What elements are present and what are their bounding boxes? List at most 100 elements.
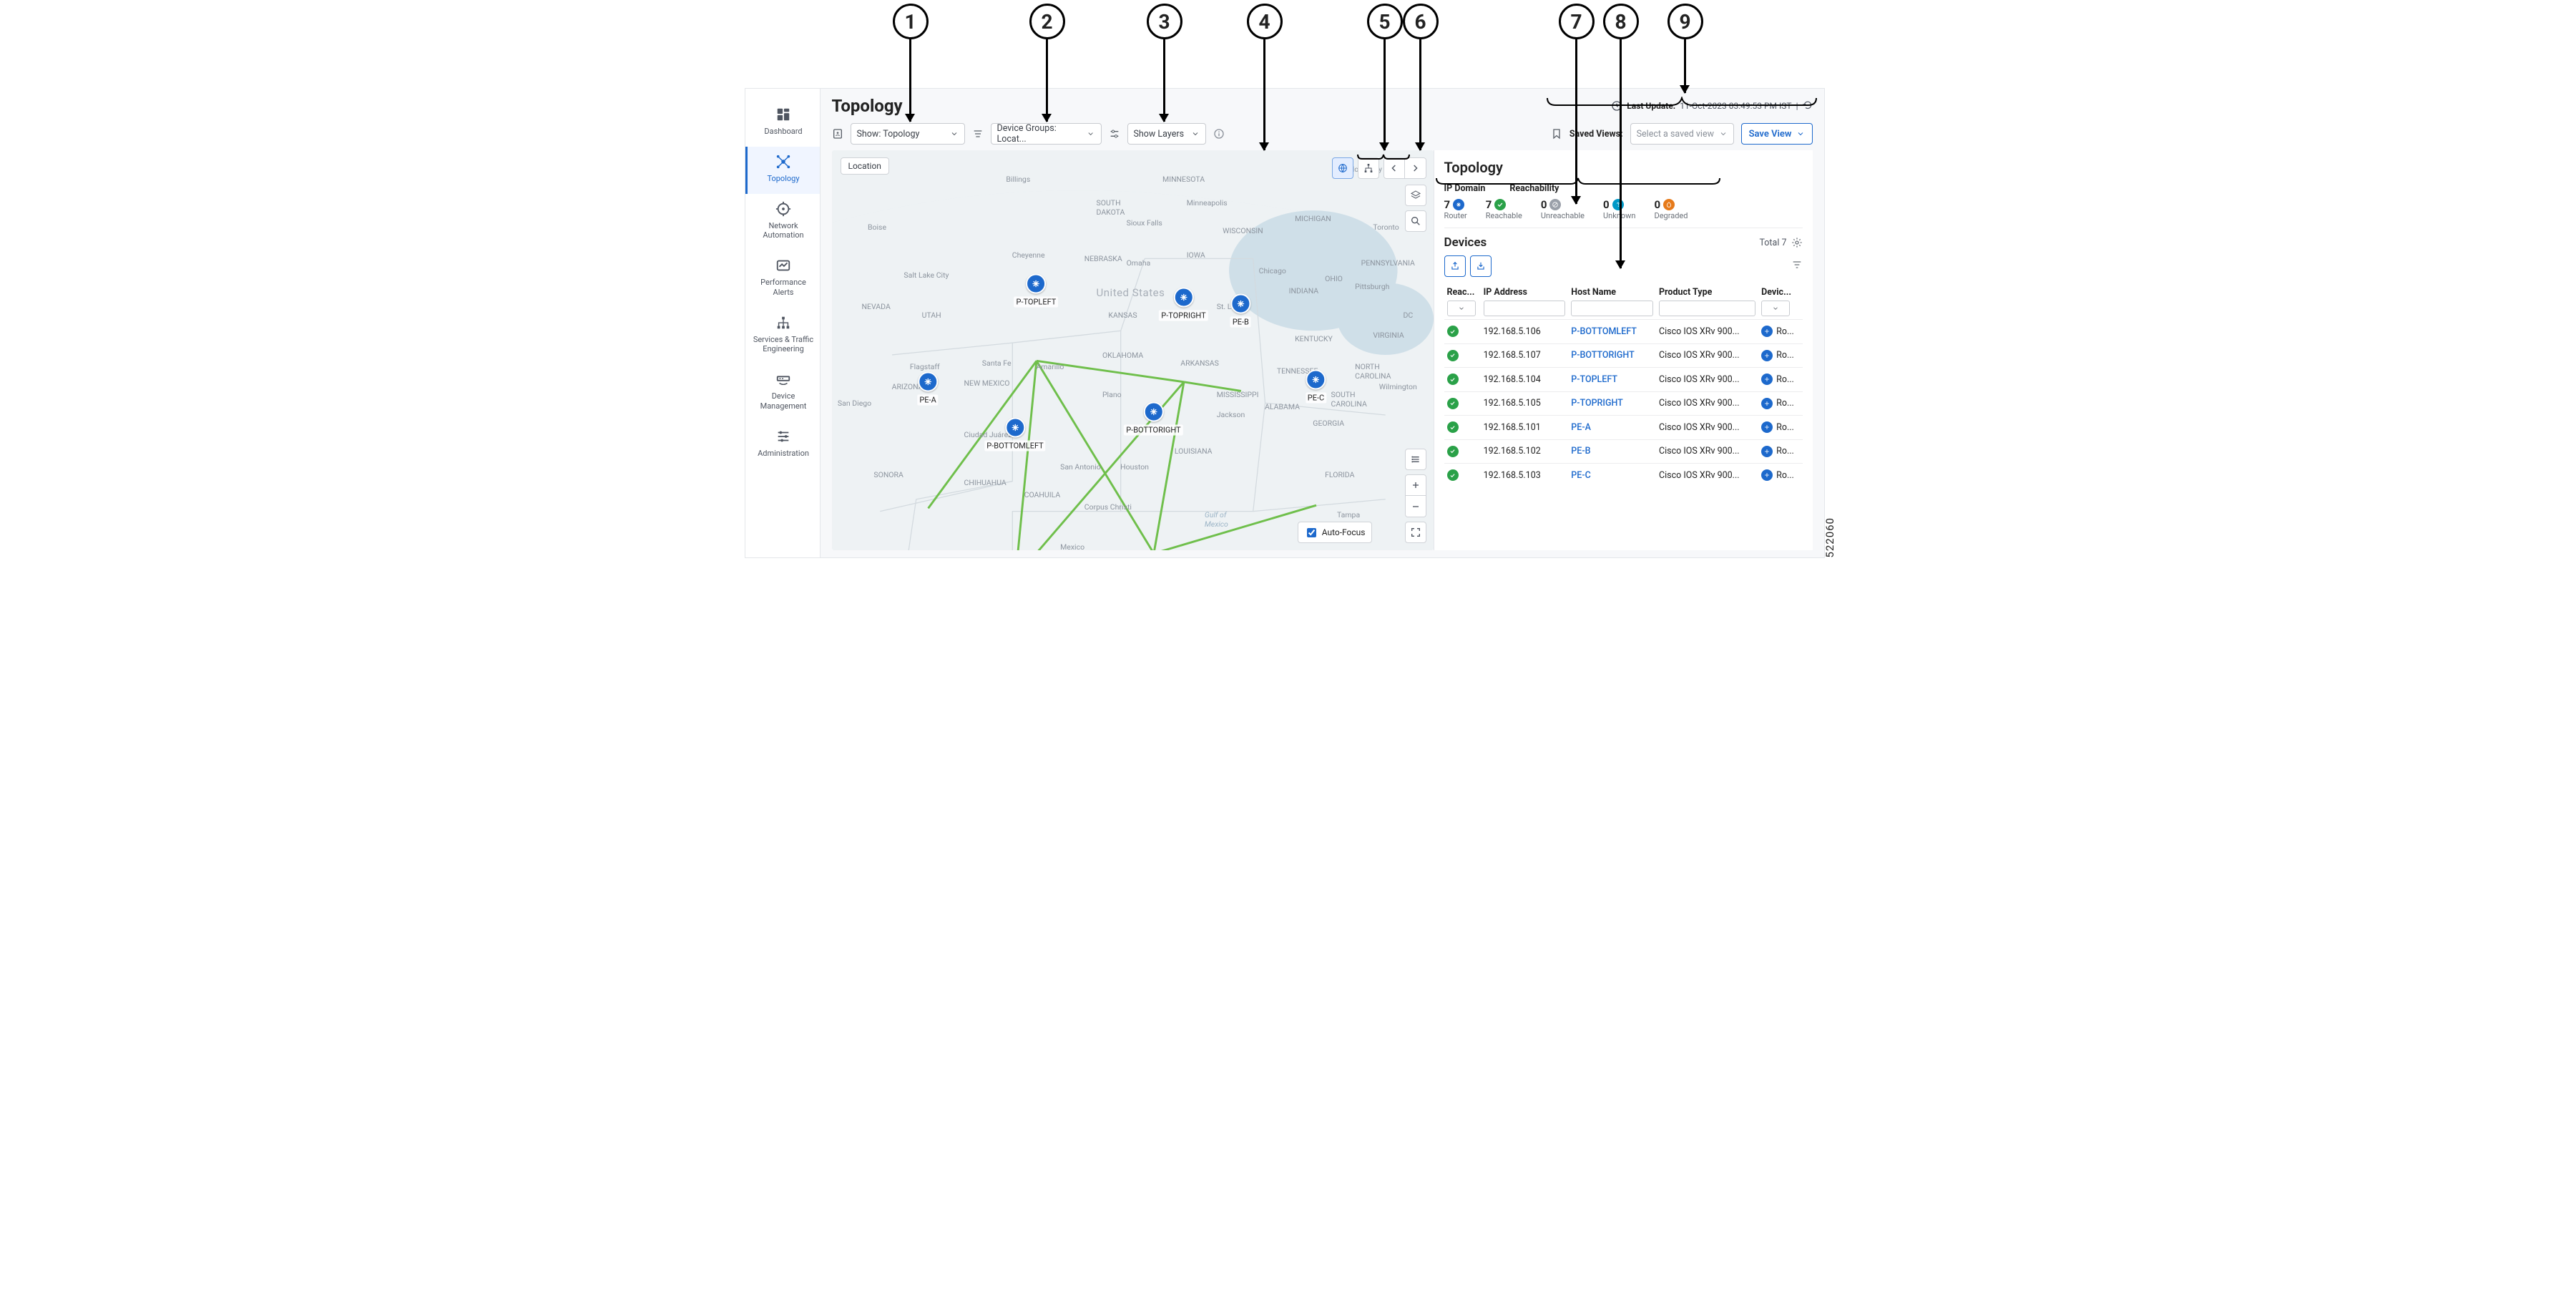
filter-icon[interactable]	[1791, 259, 1803, 273]
table-row[interactable]: 192.168.5.105P-TOPRIGHTCisco IOS XRv 900…	[1444, 391, 1803, 416]
search-button[interactable]	[1405, 210, 1426, 232]
saved-views-label: Saved Views:	[1569, 129, 1623, 140]
cell-product: Cisco IOS XRv 900...	[1656, 320, 1758, 344]
zoom-in-button[interactable]	[1405, 474, 1426, 496]
export-button[interactable]	[1444, 255, 1466, 277]
import-button[interactable]	[1470, 255, 1492, 277]
gear-icon[interactable]	[1791, 237, 1803, 248]
callout-4: 4	[1247, 4, 1283, 39]
cell-product: Cisco IOS XRv 900...	[1656, 368, 1758, 392]
status-reachable-icon	[1447, 469, 1459, 481]
count-unreachable: 0 Unreachable	[1541, 198, 1585, 220]
chevron-down-icon	[1796, 130, 1805, 138]
select-saved-view-dropdown[interactable]: Select a saved view	[1630, 123, 1734, 145]
sidebar-item-administration[interactable]: Administration	[745, 421, 820, 469]
filter-host-input[interactable]	[1571, 301, 1653, 316]
router-node-icon	[1230, 293, 1250, 313]
sidebar-item-performance-alerts[interactable]: Performance Alerts	[745, 250, 820, 308]
sliders-icon	[1109, 128, 1120, 140]
host-link[interactable]: P-TOPRIGHT	[1571, 398, 1623, 409]
col-product[interactable]: Product Type	[1656, 283, 1758, 320]
services-icon	[775, 315, 791, 331]
show-dropdown[interactable]: Show: Topology	[851, 123, 965, 145]
table-row[interactable]: 192.168.5.101PE-ACisco IOS XRv 900...Ro.…	[1444, 416, 1803, 440]
host-link[interactable]: P-TOPLEFT	[1571, 374, 1617, 385]
topology-node-pe-a[interactable]: PE-A	[917, 371, 938, 405]
cell-ip: 192.168.5.107	[1481, 343, 1569, 368]
device-groups-dropdown[interactable]: Device Groups: Locat...	[991, 123, 1102, 145]
panel-collapse-right-button[interactable]	[1405, 157, 1426, 179]
cell-ip: 192.168.5.103	[1481, 464, 1569, 487]
table-row[interactable]: 192.168.5.106P-BOTTOMLEFT Cisco IOS XRv 9…	[1444, 320, 1803, 344]
sidebar-item-device-management[interactable]: Device Management	[745, 364, 820, 421]
filter-reach-select[interactable]	[1447, 301, 1476, 316]
devices-total: Total 7	[1759, 238, 1786, 248]
sidebar-item-dashboard[interactable]: Dashboard	[745, 99, 820, 147]
save-view-button[interactable]: Save View	[1741, 123, 1813, 145]
cell-ip: 192.168.5.106	[1481, 320, 1569, 344]
degraded-icon	[1663, 199, 1675, 210]
filter-type-select[interactable]	[1761, 301, 1790, 316]
cell-ip: 192.168.5.101	[1481, 416, 1569, 440]
table-row[interactable]: 192.168.5.103PE-CCisco IOS XRv 900...Ro.…	[1444, 464, 1803, 487]
col-ip[interactable]: IP Address	[1481, 283, 1569, 320]
sidebar-item-network-automation[interactable]: Network Automation	[745, 194, 820, 251]
table-row[interactable]: 192.168.5.107P-BOTTORIGHT Cisco IOS XRv 9…	[1444, 343, 1803, 368]
fit-button[interactable]	[1405, 522, 1426, 543]
col-type[interactable]: Devic...	[1758, 283, 1802, 320]
router-type-icon	[1761, 469, 1773, 481]
table-row[interactable]: 192.168.5.104P-TOPLEFTCisco IOS XRv 900.…	[1444, 368, 1803, 392]
clock-icon	[1611, 100, 1622, 112]
router-type-icon	[1761, 446, 1773, 457]
layers-button[interactable]	[1405, 185, 1426, 206]
col-host[interactable]: Host Name	[1568, 283, 1656, 320]
topology-node-pe-c[interactable]: PE-C	[1306, 369, 1326, 403]
cell-product: Cisco IOS XRv 900...	[1656, 343, 1758, 368]
device-icon	[775, 371, 791, 387]
logical-view-button[interactable]	[1358, 157, 1379, 179]
callout-8: 8	[1603, 4, 1639, 39]
auto-focus-toggle[interactable]: Auto-Focus	[1298, 522, 1372, 543]
router-node-icon	[1173, 288, 1193, 308]
left-sidebar: Dashboard Topology Network Automation Pe…	[745, 89, 821, 557]
page-title: Topology	[832, 96, 903, 116]
host-link[interactable]: PE-B	[1571, 446, 1590, 457]
callout-7: 7	[1559, 4, 1595, 39]
topology-node-p-topright[interactable]: P-TOPRIGHT	[1159, 288, 1208, 321]
table-row[interactable]: 192.168.5.102PE-BCisco IOS XRv 900...Ro.…	[1444, 439, 1803, 464]
topology-node-p-bottoright[interactable]: P-BOTTORIGHT	[1124, 401, 1182, 435]
admin-icon	[775, 429, 791, 444]
location-chip[interactable]: Location	[841, 157, 889, 175]
host-link[interactable]: PE-C	[1571, 470, 1590, 481]
topology-node-p-topleft[interactable]: P-TOPLEFT	[1014, 273, 1059, 307]
filter-product-input[interactable]	[1659, 301, 1755, 316]
host-link[interactable]: PE-A	[1571, 422, 1591, 433]
filter-ip-input[interactable]	[1484, 301, 1566, 316]
info-icon[interactable]	[1213, 128, 1225, 140]
sidebar-item-topology[interactable]: Topology	[745, 147, 820, 194]
col-reachability[interactable]: Reac...	[1444, 283, 1481, 320]
chevron-down-icon	[950, 130, 959, 138]
router-type-icon	[1761, 326, 1773, 337]
router-type-icon	[1761, 398, 1773, 409]
callout-3: 3	[1147, 4, 1182, 39]
router-node-icon	[918, 371, 938, 391]
alerts-icon	[775, 258, 791, 273]
count-router: 7 Router	[1444, 198, 1467, 220]
host-link[interactable]: P-BOTTOMLEFT	[1571, 326, 1637, 337]
panel-collapse-left-button[interactable]	[1384, 157, 1405, 179]
topology-map[interactable]: North Bay United States MINNESOTA Minnea…	[832, 150, 1434, 550]
layers-dropdown[interactable]: Show Layers	[1127, 123, 1206, 145]
last-update: Last Update: 11-Oct-2023 03:49:53 PM IST…	[1611, 100, 1812, 112]
host-link[interactable]: P-BOTTORIGHT	[1571, 350, 1634, 361]
zoom-out-button[interactable]	[1405, 496, 1426, 517]
question-icon	[1612, 199, 1624, 210]
legend-button[interactable]	[1405, 449, 1426, 470]
topology-node-p-bottomleft[interactable]: P-BOTTOMLEFT	[984, 417, 1045, 451]
cell-product: Cisco IOS XRv 900...	[1656, 464, 1758, 487]
topology-node-pe-b[interactable]: PE-B	[1230, 293, 1251, 327]
chevron-down-icon	[1191, 130, 1200, 138]
refresh-button[interactable]	[1803, 100, 1813, 112]
geo-view-button[interactable]	[1332, 157, 1353, 179]
sidebar-item-services-te[interactable]: Services & Traffic Engineering	[745, 308, 820, 365]
